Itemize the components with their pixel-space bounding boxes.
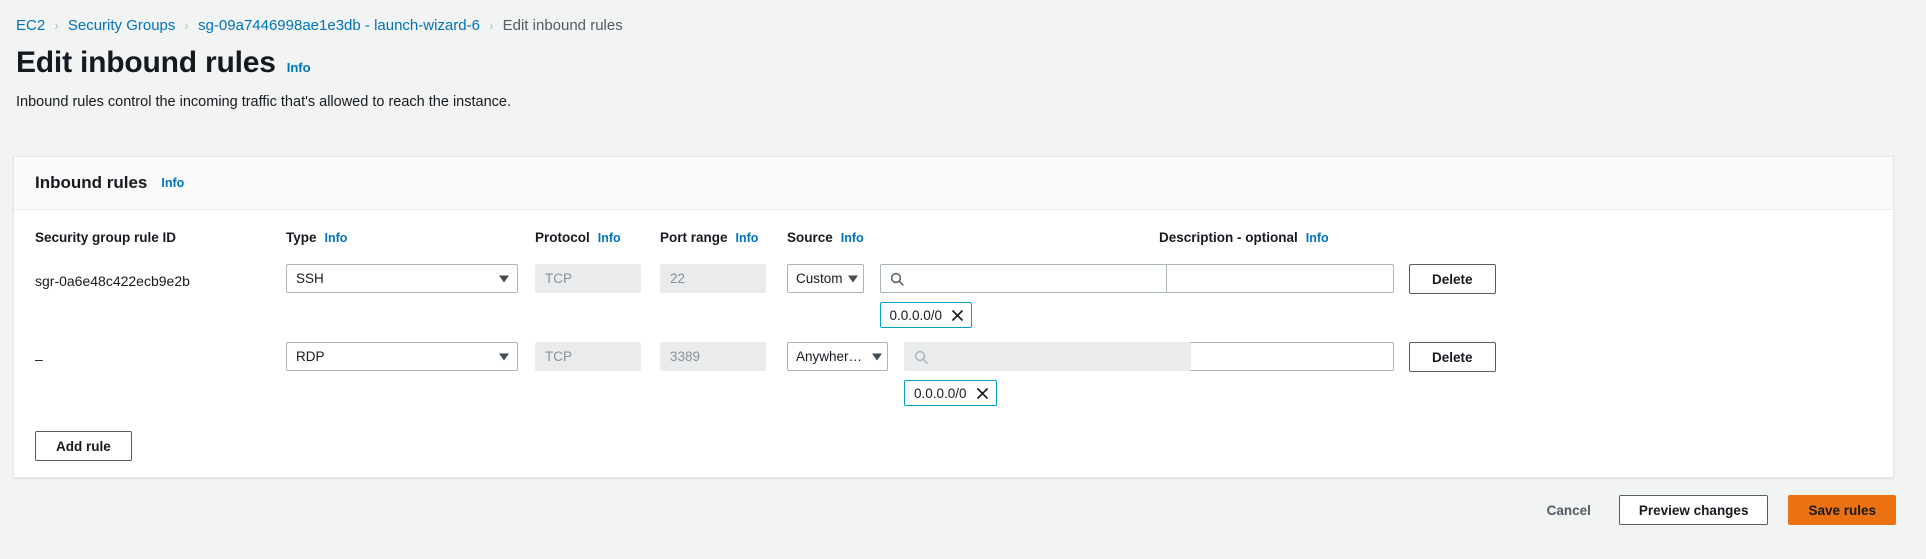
panel-header: Inbound rules Info bbox=[14, 157, 1893, 210]
port-range-field-row1: 22 bbox=[660, 264, 787, 293]
column-label: Security group rule ID bbox=[35, 229, 177, 245]
protocol-info-link[interactable]: Info bbox=[598, 231, 621, 245]
search-icon bbox=[914, 350, 928, 364]
close-icon[interactable] bbox=[951, 309, 964, 322]
breadcrumb-separator: › bbox=[184, 17, 189, 33]
table-row: sgr-0a6e48c422ecb9e2b SSH TCP 22 Custom … bbox=[35, 250, 1872, 328]
type-info-link[interactable]: Info bbox=[325, 231, 348, 245]
source-cell-row1: Custom 0.0.0.0/0 bbox=[787, 264, 1167, 328]
column-label: Type bbox=[286, 229, 317, 245]
column-header-rule-id: Security group rule ID bbox=[35, 230, 286, 245]
port-range-info-link[interactable]: Info bbox=[736, 231, 759, 245]
save-rules-button[interactable]: Save rules bbox=[1788, 495, 1896, 525]
delete-rule-button-row1[interactable]: Delete bbox=[1409, 264, 1496, 294]
rule-id-value: sgr-0a6e48c422ecb9e2b bbox=[35, 273, 190, 289]
chevron-down-icon bbox=[499, 275, 509, 282]
page-title: Edit inbound rules bbox=[16, 46, 276, 79]
source-type-select-row2[interactable]: Anywhere-IP… bbox=[787, 342, 888, 371]
page-description: Inbound rules control the incoming traff… bbox=[16, 93, 511, 110]
column-label: Source bbox=[787, 229, 833, 245]
table-row: – RDP TCP 3389 Anywhere-I 0.0.0.0/0 Dele… bbox=[35, 328, 1872, 406]
page-header: Edit inbound rules Info Inbound rules co… bbox=[0, 36, 1926, 110]
source-token-row1[interactable]: 0.0.0.0/0 bbox=[879, 302, 973, 328]
protocol-field-row1: TCP bbox=[535, 264, 660, 293]
column-header-source: Source Info bbox=[787, 230, 1159, 245]
column-label: Description - optional bbox=[1159, 229, 1298, 245]
breadcrumb-item-ec2[interactable]: EC2 bbox=[16, 17, 45, 34]
column-label: Port range bbox=[660, 229, 728, 245]
type-select-value: RDP bbox=[296, 349, 325, 364]
source-token-label: 0.0.0.0/0 bbox=[914, 385, 967, 401]
protocol-value: TCP bbox=[545, 271, 572, 286]
type-select-ssh[interactable]: SSH bbox=[286, 264, 535, 293]
inbound-rules-table: Security group rule ID Type Info Protoco… bbox=[14, 210, 1893, 406]
search-icon bbox=[890, 272, 904, 286]
inbound-rules-panel: Inbound rules Info Security group rule I… bbox=[13, 156, 1894, 478]
column-header-protocol: Protocol Info bbox=[535, 230, 660, 245]
delete-rule-button-row2[interactable]: Delete bbox=[1409, 342, 1496, 372]
chevron-down-icon bbox=[499, 353, 509, 360]
source-select-value: Custom bbox=[796, 271, 843, 286]
port-range-value: 22 bbox=[670, 271, 686, 286]
port-range-value: 3389 bbox=[670, 349, 701, 364]
breadcrumb-item-security-group[interactable]: sg-09a7446998ae1e3db - launch-wizard-6 bbox=[198, 17, 480, 34]
description-info-link[interactable]: Info bbox=[1306, 231, 1329, 245]
add-rule-button[interactable]: Add rule bbox=[35, 431, 132, 461]
breadcrumb-separator: › bbox=[54, 17, 59, 33]
cancel-button[interactable]: Cancel bbox=[1539, 503, 1599, 518]
chevron-down-icon bbox=[847, 275, 858, 282]
port-range-field-row2: 3389 bbox=[660, 342, 787, 371]
protocol-field-row2: TCP bbox=[535, 342, 660, 371]
breadcrumb-item-security-groups[interactable]: Security Groups bbox=[68, 17, 176, 34]
column-header-type: Type Info bbox=[286, 230, 535, 245]
source-type-select-row1[interactable]: Custom bbox=[787, 264, 864, 293]
description-input-row2[interactable] bbox=[1159, 342, 1394, 371]
protocol-value: TCP bbox=[545, 349, 572, 364]
column-label: Protocol bbox=[535, 229, 590, 245]
table-header-row: Security group rule ID Type Info Protoco… bbox=[35, 210, 1872, 250]
breadcrumb-item-current: Edit inbound rules bbox=[502, 16, 623, 34]
form-actions: Cancel Preview changes Save rules bbox=[1539, 495, 1896, 525]
close-icon[interactable] bbox=[976, 387, 989, 400]
panel-info-link[interactable]: Info bbox=[161, 176, 184, 190]
description-cell-row1 bbox=[1159, 264, 1409, 293]
page-title-info-link[interactable]: Info bbox=[287, 60, 311, 75]
chevron-down-icon bbox=[872, 353, 882, 360]
type-select-rdp[interactable]: RDP bbox=[286, 342, 535, 371]
breadcrumb: EC2 › Security Groups › sg-09a7446998ae1… bbox=[0, 0, 1926, 36]
source-select-value: Anywhere-IP… bbox=[796, 349, 867, 364]
source-token-label: 0.0.0.0/0 bbox=[889, 307, 943, 323]
source-token-row2[interactable]: 0.0.0.0/0 bbox=[904, 380, 997, 406]
edit-inbound-rules-page: EC2 › Security Groups › sg-09a7446998ae1… bbox=[0, 0, 1926, 559]
rule-id-value: – bbox=[35, 351, 43, 367]
source-info-link[interactable]: Info bbox=[841, 231, 864, 245]
description-cell-row2 bbox=[1159, 342, 1409, 371]
source-cell-row2: Anywhere-IP… bbox=[787, 342, 1191, 406]
source-search-input-row2 bbox=[904, 342, 1191, 371]
type-select-value: SSH bbox=[296, 271, 324, 286]
breadcrumb-separator: › bbox=[489, 17, 494, 33]
preview-changes-button[interactable]: Preview changes bbox=[1618, 495, 1769, 525]
panel-title: Inbound rules bbox=[35, 173, 148, 192]
actions-cell-row1: Delete bbox=[1409, 264, 1529, 294]
column-header-port-range: Port range Info bbox=[660, 230, 787, 245]
column-header-description: Description - optional Info bbox=[1159, 230, 1409, 245]
source-search-input-row1[interactable] bbox=[879, 264, 1167, 293]
description-input-row1[interactable] bbox=[1159, 264, 1394, 293]
actions-cell-row2: Delete bbox=[1409, 342, 1529, 372]
